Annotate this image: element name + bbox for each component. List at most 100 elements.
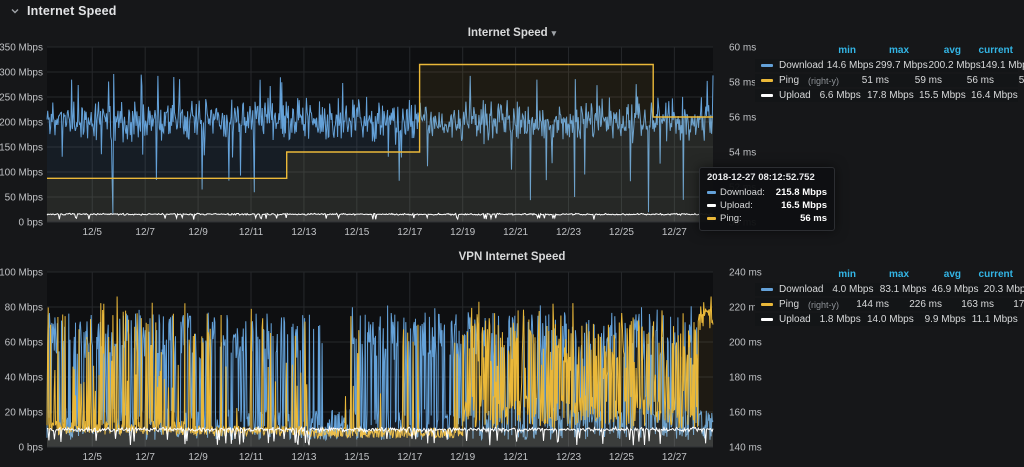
x-axis-label: 12/11 bbox=[239, 452, 264, 463]
x-axis-label: 12/13 bbox=[291, 452, 316, 463]
x-axis-label: 12/27 bbox=[662, 227, 687, 238]
series-dash-icon bbox=[761, 318, 773, 321]
dashboard-row-header[interactable]: Internet Speed bbox=[0, 0, 1024, 22]
tooltip-label: Upload: bbox=[720, 200, 753, 211]
panel-title-text: VPN Internet Speed bbox=[459, 251, 566, 263]
row-title: Internet Speed bbox=[27, 4, 117, 18]
tooltip-value: 16.5 Mbps bbox=[781, 200, 827, 211]
y-axis-left-label: 300 Mbps bbox=[0, 68, 43, 79]
legend-stat-value: 20.3 Mbps bbox=[980, 284, 1024, 295]
y-axis-left-label: 80 Mbps bbox=[5, 303, 43, 314]
series-dash-icon bbox=[707, 191, 716, 194]
panel-title-vpn-internet-speed[interactable]: VPN Internet Speed bbox=[0, 251, 1024, 263]
x-axis-label: 12/19 bbox=[450, 227, 475, 238]
y-axis-left-label: 20 Mbps bbox=[5, 408, 43, 419]
x-axis-label: 12/21 bbox=[503, 452, 528, 463]
tooltip-label: Ping: bbox=[720, 213, 742, 224]
y-axis-left-label: 100 Mbps bbox=[0, 168, 43, 179]
tooltip-row-ping: Ping: 56 ms bbox=[707, 212, 827, 225]
legend-series-name: Upload bbox=[761, 314, 811, 325]
legend-header-row: minmaxavgcurrent bbox=[755, 268, 1018, 281]
graph-tooltip: 2018-12-27 08:12:52.752 Download: 215.8 … bbox=[699, 167, 835, 231]
tooltip-row-upload: Upload: 16.5 Mbps bbox=[707, 199, 827, 212]
x-axis-label: 12/11 bbox=[239, 227, 264, 238]
legend-stat-value: 14.0 Mbps bbox=[863, 314, 916, 325]
legend-stat-value: 9.9 Mbps bbox=[916, 314, 968, 325]
legend-row-upload[interactable]: Upload6.6 Mbps17.8 Mbps15.5 Mbps16.4 Mbp… bbox=[755, 89, 1018, 102]
legend-stat-value: 6.6 Mbps bbox=[811, 90, 863, 101]
legend-stat-value: 163 ms bbox=[944, 299, 996, 310]
tooltip-value: 56 ms bbox=[800, 213, 827, 224]
legend-row-download[interactable]: Download14.6 Mbps299.7 Mbps200.2 Mbps149… bbox=[755, 59, 1018, 72]
panel-internet-speed: Internet Speed▾ minmaxavgcurrentDownload… bbox=[0, 22, 1024, 246]
x-axis-label: 12/9 bbox=[188, 452, 208, 463]
panel-title-internet-speed[interactable]: Internet Speed ▾ bbox=[0, 27, 1024, 39]
x-axis-label: 12/17 bbox=[397, 452, 422, 463]
dropdown-caret-icon: ▾ bbox=[552, 28, 557, 38]
legend-stat-value: 51 ms bbox=[839, 75, 891, 86]
tooltip-value: 215.8 Mbps bbox=[776, 187, 827, 198]
series-dash-icon bbox=[761, 288, 773, 291]
x-axis-label: 12/5 bbox=[83, 452, 103, 463]
panel-title-text: Internet Speed bbox=[468, 27, 548, 39]
legend-stat-value: 11.1 Mbps bbox=[968, 314, 1020, 325]
legend-stat-value: 14.6 Mbps bbox=[823, 60, 875, 71]
legend-header-max: max bbox=[858, 269, 911, 280]
series-dash-icon bbox=[761, 79, 773, 82]
y-axis-left-label: 150 Mbps bbox=[0, 143, 43, 154]
x-axis-label: 12/15 bbox=[344, 227, 369, 238]
legend-header-current: current bbox=[963, 269, 1015, 280]
legend-header-min: min bbox=[806, 269, 858, 280]
series-dash-icon bbox=[761, 303, 773, 306]
y-axis-right-label: 160 ms bbox=[729, 408, 762, 419]
legend-series-name: Ping(right-y) bbox=[761, 299, 839, 310]
y-axis-right-label: 56 ms bbox=[729, 113, 756, 124]
legend-series-name: Download bbox=[761, 284, 823, 295]
right-y-suffix: (right-y) bbox=[808, 76, 839, 86]
x-axis-label: 12/25 bbox=[609, 452, 634, 463]
y-axis-left-label: 100 Mbps bbox=[0, 268, 43, 279]
y-axis-right-label: 180 ms bbox=[729, 373, 762, 384]
panel-vpn-internet-speed: VPN Internet Speed minmaxavgcurrent Downl… bbox=[0, 246, 1024, 467]
legend-header-min: min bbox=[806, 45, 858, 56]
legend-series-name: Upload bbox=[761, 90, 811, 101]
y-axis-left-label: 40 Mbps bbox=[5, 373, 43, 384]
legend-stat-value: 144 ms bbox=[839, 299, 891, 310]
x-axis-label: 12/17 bbox=[397, 227, 422, 238]
series-dash-icon bbox=[761, 94, 773, 97]
x-axis-label: 12/19 bbox=[450, 452, 475, 463]
y-axis-left-label: 200 Mbps bbox=[0, 118, 43, 129]
legend-stat-value: 16.4 Mbps bbox=[968, 90, 1020, 101]
legend-stat-value: 226 ms bbox=[891, 299, 944, 310]
tooltip-timestamp: 2018-12-27 08:12:52.752 bbox=[707, 172, 827, 183]
x-axis-label: 12/5 bbox=[83, 227, 103, 238]
series-dash-icon bbox=[707, 204, 716, 207]
legend-header-avg: avg bbox=[911, 45, 963, 56]
series-dash-icon bbox=[761, 64, 773, 67]
legend-stat-value: 17.8 Mbps bbox=[863, 90, 916, 101]
legend-row-ping[interactable]: Ping(right-y)51 ms59 ms56 ms56 ms bbox=[755, 74, 1018, 87]
y-axis-left-label: 350 Mbps bbox=[0, 43, 43, 54]
legend-series-name: Ping(right-y) bbox=[761, 75, 839, 86]
x-axis-label: 12/7 bbox=[135, 452, 155, 463]
legend-stat-value: 149.1 Mbps bbox=[980, 60, 1024, 71]
x-axis-label: 12/9 bbox=[188, 227, 208, 238]
legend-row-ping[interactable]: Ping(right-y)144 ms226 ms163 ms173 ms bbox=[755, 298, 1018, 311]
legend-row-download[interactable]: Download4.0 Mbps83.1 Mbps46.9 Mbps20.3 M… bbox=[755, 283, 1018, 296]
y-axis-right-label: 200 ms bbox=[729, 338, 762, 349]
legend-header-avg: avg bbox=[911, 269, 963, 280]
legend-series-name: Download bbox=[761, 60, 823, 71]
x-axis-label: 12/23 bbox=[556, 227, 581, 238]
legend-stat-value: 299.7 Mbps bbox=[875, 60, 928, 71]
y-axis-left-label: 60 Mbps bbox=[5, 338, 43, 349]
x-axis-label: 12/23 bbox=[556, 452, 581, 463]
legend-stat-value: 59 ms bbox=[891, 75, 944, 86]
y-axis-left-label: 250 Mbps bbox=[0, 93, 43, 104]
legend-row-upload[interactable]: Upload1.8 Mbps14.0 Mbps9.9 Mbps11.1 Mbps bbox=[755, 313, 1018, 326]
x-axis-label: 12/13 bbox=[291, 227, 316, 238]
right-y-suffix: (right-y) bbox=[808, 300, 839, 310]
y-axis-right-label: 60 ms bbox=[729, 43, 756, 54]
legend-stat-value: 56 ms bbox=[996, 75, 1024, 86]
x-axis-label: 12/15 bbox=[344, 452, 369, 463]
legend-table-vpn-internet-speed: minmaxavgcurrent Download4.0 Mbps83.1 Mbp… bbox=[755, 268, 1018, 328]
